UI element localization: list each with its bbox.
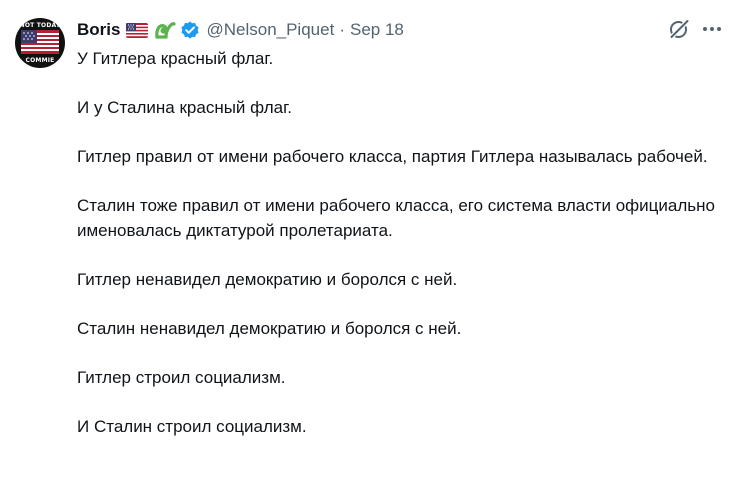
tweet-header: Boris @Nelson_Piquet · Sep 18 xyxy=(77,19,404,41)
tweet-paragraph: Сталин тоже правил от имени рабочего кла… xyxy=(77,196,715,240)
tweet-paragraph: Сталин ненавидел демократию и боролся с … xyxy=(77,318,462,338)
avatar-caption-top: NOT TODAY xyxy=(19,22,61,29)
tweet-paragraph: Гитлер правил от имени рабочего класса, … xyxy=(77,147,708,166)
green-badge-icon xyxy=(155,22,177,39)
tweet-paragraph: Гитлер строил социализм. xyxy=(77,367,286,387)
tweet-paragraph: И Сталин строил социализм. xyxy=(77,416,307,436)
verified-check-icon[interactable] xyxy=(180,20,200,40)
tweet-paragraph: У Гитлера красный флаг. xyxy=(77,49,274,68)
author-handle[interactable]: @Nelson_Piquet xyxy=(206,20,334,40)
meta-separator: · xyxy=(339,20,345,39)
avatar[interactable]: NOT TODAY COMMIE xyxy=(15,18,65,68)
tweet-paragraph: И у Сталина красный флаг. xyxy=(77,98,292,117)
tweet-date[interactable]: Sep 18 xyxy=(350,20,404,40)
tweet-paragraph: Гитлер ненавидел демократию и боролся с … xyxy=(77,269,458,289)
avatar-flag-image xyxy=(21,30,59,54)
tweet[interactable]: NOT TODAY COMMIE Boris @Nelson_Piquet · … xyxy=(0,0,744,493)
tweet-text: У Гитлера красный флаг. И у Сталина крас… xyxy=(77,47,717,464)
grok-icon[interactable] xyxy=(668,18,690,40)
author-name[interactable]: Boris xyxy=(77,20,120,40)
us-flag-icon xyxy=(126,22,149,38)
more-options-icon[interactable] xyxy=(700,18,724,40)
avatar-caption-bottom: COMMIE xyxy=(25,57,55,64)
